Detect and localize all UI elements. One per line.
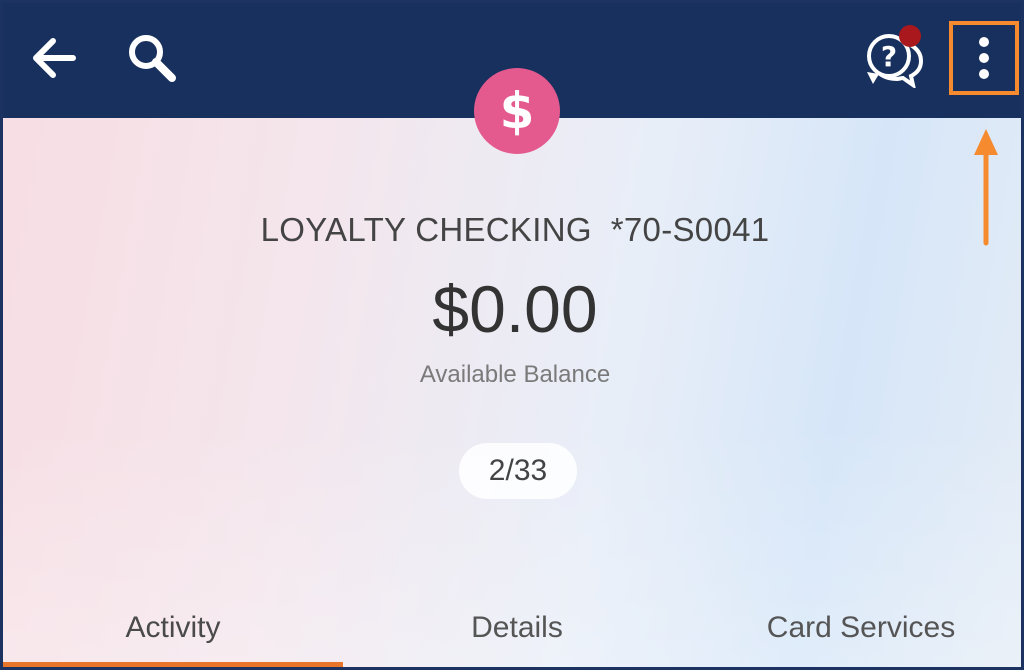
- account-title: LOYALTY CHECKING *70-S0041: [3, 211, 1021, 249]
- account-number: *70-S0041: [610, 211, 770, 248]
- search-button[interactable]: [121, 27, 183, 89]
- account-name: LOYALTY CHECKING: [260, 211, 592, 248]
- svg-text:?: ?: [881, 40, 897, 73]
- tab-details[interactable]: Details: [343, 588, 691, 667]
- account-screen: ? $ LOYALTY CHECKING *70-S0041 $0.00 Ava…: [0, 0, 1024, 670]
- vertical-dots-icon: [979, 37, 989, 79]
- help-chat-button[interactable]: ?: [855, 25, 929, 91]
- more-options-button[interactable]: [949, 21, 1019, 95]
- account-balance: $0.00: [432, 272, 598, 346]
- back-button[interactable]: [25, 29, 83, 87]
- balance-label: Available Balance: [419, 361, 611, 388]
- active-tab-indicator: [3, 662, 343, 667]
- account-avatar: $: [474, 68, 560, 154]
- search-icon: [129, 35, 176, 82]
- tab-activity[interactable]: Activity: [3, 588, 343, 667]
- account-pager: 2/33: [459, 443, 577, 499]
- notification-dot: [899, 25, 921, 47]
- dollar-icon: $: [499, 82, 535, 140]
- arrow-left-icon: [33, 38, 76, 78]
- tab-bar: Activity Details Card Services: [3, 588, 1021, 667]
- tab-card-services[interactable]: Card Services: [691, 588, 1021, 667]
